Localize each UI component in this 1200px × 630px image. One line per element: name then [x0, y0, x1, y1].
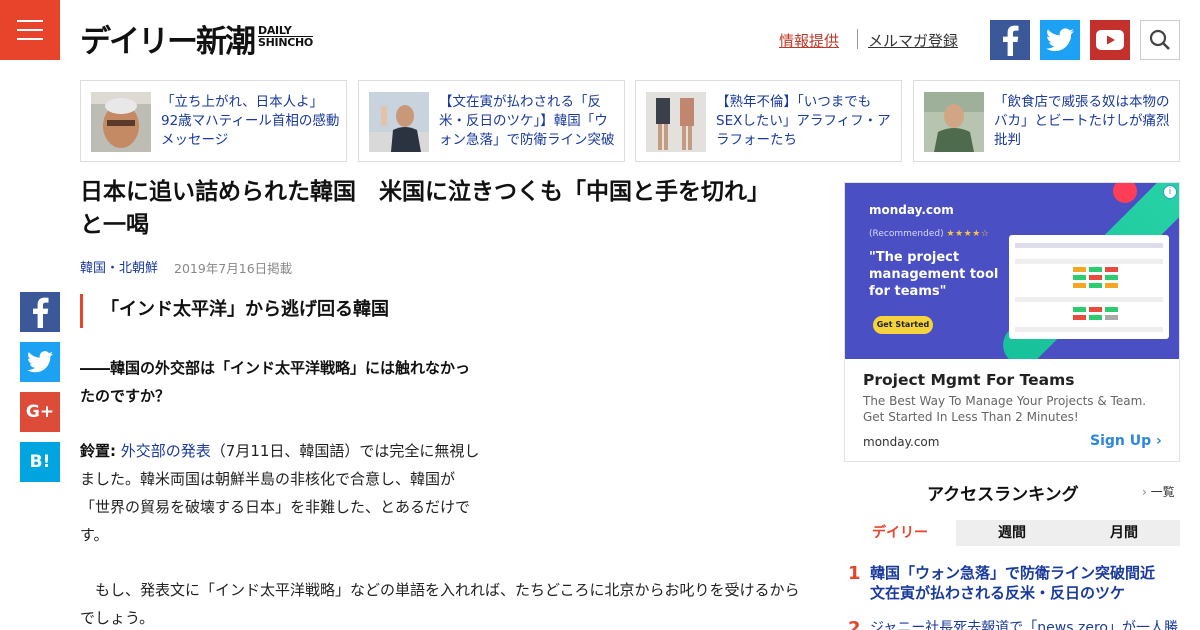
ad-recommended-text: (Recommended) — [869, 229, 944, 239]
article-subheading: 「インド太平洋」から逃げ回る韓国 — [80, 294, 389, 328]
youtube-button[interactable] — [1090, 20, 1130, 60]
ranking-title: アクセスランキング — [927, 485, 1079, 505]
mock-cell — [1073, 283, 1086, 288]
hamburger-line — [17, 29, 43, 31]
mock-cell — [1105, 315, 1118, 320]
search-button[interactable] — [1140, 20, 1180, 60]
story-card[interactable]: 「立ち上がれ、日本人よ」 92歳マハティール首相の感動メッセージ — [80, 80, 347, 162]
speaker-label: 鈴置: — [80, 442, 116, 460]
ad-decoration — [1113, 183, 1137, 203]
ranking-more-link[interactable]: › 一覧 — [1142, 483, 1175, 500]
ad-quote: "The project management tool for teams" — [869, 250, 999, 299]
article-paragraph: 鈴置: 外交部の発表（7月11日、韓国語）では完全に無視しました。韓米両国は朝鮮… — [80, 437, 480, 549]
share-googleplus-button[interactable]: G+ — [20, 392, 60, 432]
mock-cell — [1105, 307, 1118, 312]
share-hatena-button[interactable]: B! — [20, 442, 60, 482]
tab-daily[interactable]: デイリー — [844, 520, 956, 546]
share-twitter-button[interactable] — [20, 342, 60, 382]
hamburger-line — [17, 20, 43, 22]
story-card[interactable]: 「飲食店で威張る奴は本物のバカ」とビートたけしが痛烈批判 — [913, 80, 1180, 162]
logo-jp-text: デイリー新潮 — [80, 24, 256, 60]
tab-monthly[interactable]: 月間 — [1068, 520, 1180, 546]
ad-rating-stars: ★★★★☆ — [946, 229, 990, 239]
mock-cell — [1105, 267, 1118, 272]
twitter-button[interactable] — [1040, 20, 1080, 60]
ad-info-icon[interactable]: i — [1163, 185, 1177, 199]
header-divider — [857, 29, 858, 49]
ad-headline: Project Mgmt For Teams — [863, 371, 1075, 389]
mock-cell — [1073, 275, 1086, 280]
story-card[interactable]: 【熟年不倫】「いつまでもSEXしたい」アラフィフ・アラフォーたち — [635, 80, 902, 162]
share-facebook-button[interactable] — [20, 292, 60, 332]
mock-cell — [1089, 307, 1102, 312]
ad-banner-image: monday.com (Recommended) ★★★★☆ "The proj… — [845, 183, 1179, 359]
mock-cell — [1089, 267, 1102, 272]
article-category-link[interactable]: 韓国・北朝鮮 — [80, 257, 158, 276]
mock-row — [1015, 297, 1163, 302]
newsletter-link[interactable]: メルマガ登録 — [868, 30, 958, 51]
story-title: 【文在寅が払わされる「反米・反日のツケ」】韓国「ウォン急落」で防衛ライン突破間近 — [439, 94, 615, 148]
story-title: 【熟年不倫】「いつまでもSEXしたい」アラフィフ・アラフォーたち — [716, 94, 891, 148]
story-thumbnail — [924, 92, 984, 152]
story-title: 「立ち上がれ、日本人よ」 92歳マハティール首相の感動メッセージ — [161, 94, 340, 148]
search-icon — [1149, 29, 1170, 50]
facebook-button[interactable] — [990, 20, 1030, 60]
article-title: 日本に追い詰められた韓国 米国に泣きつくも「中国と手を切れ」と一喝 — [80, 179, 770, 238]
story-card[interactable]: 【文在寅が払わされる「反米・反日のツケ」】韓国「ウォン急落」で防衛ライン突破間近 — [358, 80, 625, 162]
mock-cell — [1089, 283, 1102, 288]
mock-cell — [1073, 267, 1086, 272]
hatena-icon: B! — [29, 452, 51, 472]
mock-row — [1015, 243, 1163, 248]
logo-en-line2: SHINCHO — [258, 36, 313, 49]
interview-question: ――韓国の外交部は「インド太平洋戦略」には触れなかったのですか？ — [80, 359, 471, 405]
article-paragraph: もし、発表文に「インド太平洋戦略」などの単語を入れれば、たちどころに北京からお叱… — [80, 581, 800, 627]
ad-domain: monday.com — [863, 435, 940, 449]
facebook-icon — [1003, 25, 1019, 56]
ad-description: The Best Way To Manage Your Projects & T… — [863, 394, 1147, 424]
menu-button[interactable] — [0, 0, 60, 60]
ranking-tabs: デイリー 週間 月間 — [844, 520, 1180, 546]
mock-cell — [1105, 283, 1118, 288]
mock-row — [1015, 327, 1163, 332]
ranking-number: 2 — [848, 618, 861, 630]
mock-cell — [1089, 275, 1102, 280]
story-thumbnail — [646, 92, 706, 152]
info-link[interactable]: 情報提供 — [779, 30, 839, 51]
ranking-item-title: 韓国「ウォン急落」で防衛ライン突破間近 文在寅が払わされる反米・反日のツケ — [870, 564, 1171, 602]
twitter-icon — [1046, 28, 1074, 52]
ranking-more-label: 一覧 — [1150, 485, 1175, 499]
facebook-icon — [33, 297, 49, 328]
story-thumbnail — [369, 92, 429, 152]
twitter-icon — [27, 351, 53, 373]
ad-signup-button[interactable]: Sign Up › — [1090, 433, 1162, 449]
mock-cell — [1105, 275, 1118, 280]
ad-cta-button[interactable]: Get Started — [873, 316, 933, 334]
mock-cell — [1089, 315, 1102, 320]
chevron-right-icon: › — [1142, 485, 1147, 499]
mock-cell — [1073, 315, 1086, 320]
mock-cell — [1073, 307, 1086, 312]
article-date: 2019年7月16日掲載 — [174, 261, 293, 276]
ad-signup-label: Sign Up — [1090, 433, 1152, 449]
chevron-right-icon: › — [1156, 433, 1162, 449]
logo-en-line1: DAILY — [258, 24, 292, 37]
hamburger-line — [17, 38, 43, 40]
ranking-number: 1 — [848, 563, 861, 584]
story-thumbnail — [91, 92, 151, 152]
logo-en-text: DAILY SHINCHO — [258, 25, 313, 48]
site-logo[interactable]: デイリー新潮 DAILY SHINCHO — [80, 18, 313, 62]
tab-weekly[interactable]: 週間 — [956, 520, 1068, 546]
ranking-item-title: ジャニー社長死去報道で「news zero」が一人勝ち — [870, 620, 1178, 630]
ad-recommended: (Recommended) ★★★★☆ — [869, 229, 989, 239]
advertisement[interactable]: monday.com (Recommended) ★★★★☆ "The proj… — [844, 182, 1180, 462]
ad-app-mockup — [1009, 235, 1169, 339]
mock-row — [1015, 259, 1163, 264]
ad-logo: monday.com — [869, 203, 954, 217]
googleplus-icon: G+ — [25, 402, 55, 422]
press-release-link[interactable]: 外交部の発表 — [121, 442, 211, 460]
story-title: 「飲食店で威張る奴は本物のバカ」とビートたけしが痛烈批判 — [994, 94, 1170, 148]
youtube-icon — [1096, 30, 1124, 50]
